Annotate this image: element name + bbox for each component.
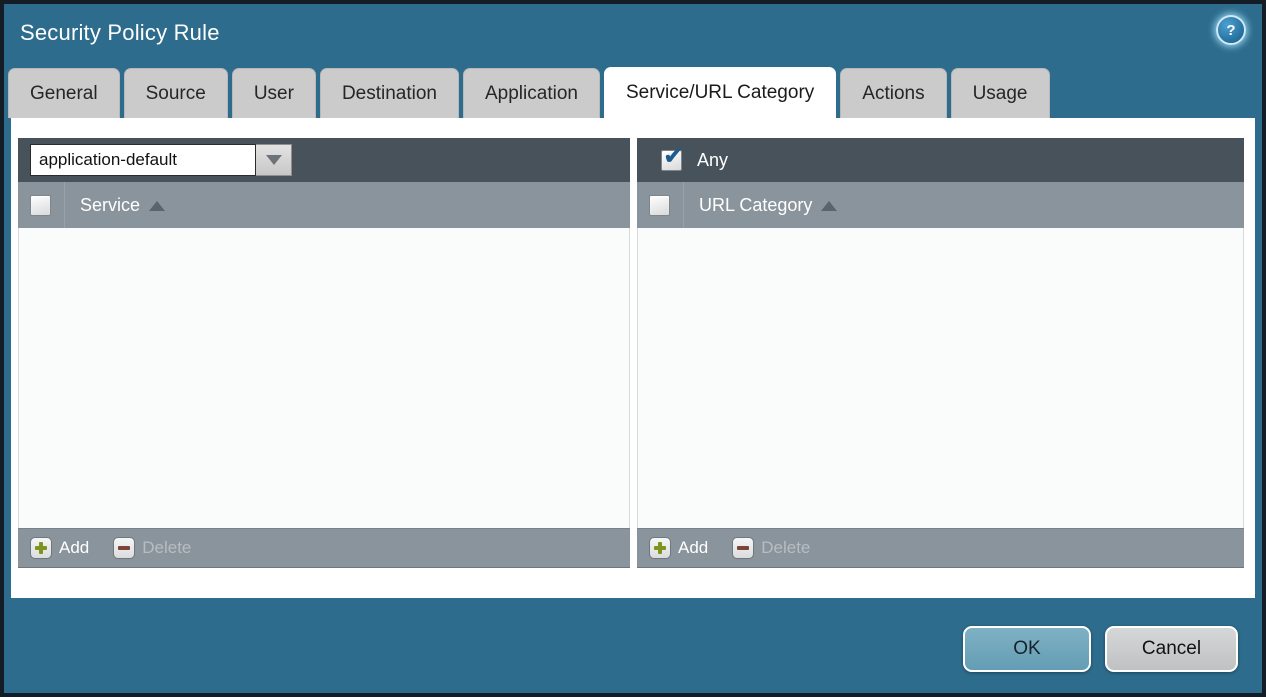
service-delete-label: Delete <box>142 538 191 558</box>
tab-application[interactable]: Application <box>463 68 600 118</box>
url-category-delete-label: Delete <box>761 538 810 558</box>
security-policy-rule-dialog: Security Policy Rule ? General Source Us… <box>0 0 1266 697</box>
service-toolbar <box>18 138 630 182</box>
url-category-add-button[interactable]: Add <box>649 537 708 559</box>
service-column-header[interactable]: Service <box>18 182 630 228</box>
url-category-any-label: Any <box>697 150 728 171</box>
url-category-select-all-checkbox[interactable] <box>649 195 670 216</box>
column-divider <box>64 182 65 228</box>
service-panel: Service Add Delete <box>18 138 630 568</box>
tab-service-url-category[interactable]: Service/URL Category <box>604 67 836 118</box>
service-footer-bar: Add Delete <box>18 528 630 568</box>
tab-destination[interactable]: Destination <box>320 68 459 118</box>
tab-user[interactable]: User <box>232 68 316 118</box>
help-icon[interactable]: ? <box>1216 15 1246 45</box>
tab-usage[interactable]: Usage <box>951 68 1050 118</box>
tab-general[interactable]: General <box>8 68 120 118</box>
service-list <box>18 228 630 528</box>
column-divider <box>683 182 684 228</box>
service-type-input[interactable] <box>30 144 256 176</box>
minus-icon <box>113 537 135 559</box>
url-category-column-label: URL Category <box>699 195 812 216</box>
tab-source[interactable]: Source <box>124 68 228 118</box>
url-category-any-checkbox[interactable] <box>661 150 682 171</box>
service-select-all-checkbox[interactable] <box>30 195 51 216</box>
service-add-label: Add <box>59 538 89 558</box>
tab-actions[interactable]: Actions <box>840 68 946 118</box>
minus-icon <box>732 537 754 559</box>
service-add-button[interactable]: Add <box>30 537 89 559</box>
service-column-label: Service <box>80 195 140 216</box>
url-category-panel: Any URL Category Add Delete <box>637 138 1244 568</box>
url-category-column-header[interactable]: URL Category <box>637 182 1244 228</box>
url-category-toolbar: Any <box>637 138 1244 182</box>
service-delete-button[interactable]: Delete <box>113 537 191 559</box>
url-category-footer-bar: Add Delete <box>637 528 1244 568</box>
tab-content-area: Service Add Delete Any <box>11 118 1255 598</box>
sort-ascending-icon <box>149 201 165 211</box>
plus-icon <box>649 537 671 559</box>
url-category-delete-button[interactable]: Delete <box>732 537 810 559</box>
plus-icon <box>30 537 52 559</box>
service-type-dropdown-button[interactable] <box>256 144 292 176</box>
dialog-title: Security Policy Rule <box>20 20 220 46</box>
chevron-down-icon <box>266 155 282 165</box>
sort-ascending-icon <box>821 201 837 211</box>
tab-bar: General Source User Destination Applicat… <box>8 68 1050 118</box>
cancel-button[interactable]: Cancel <box>1105 626 1238 672</box>
url-category-add-label: Add <box>678 538 708 558</box>
url-category-list <box>637 228 1244 528</box>
ok-button[interactable]: OK <box>963 626 1091 672</box>
